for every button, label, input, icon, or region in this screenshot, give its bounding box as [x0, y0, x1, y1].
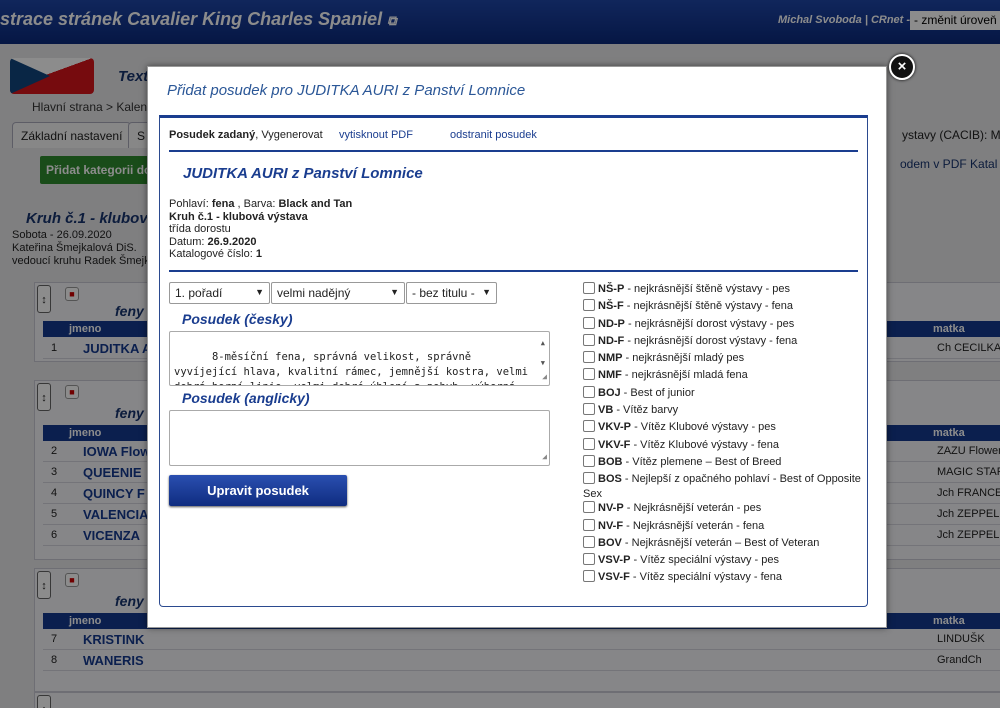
award-checkbox-row[interactable]: BOV - Nejkrásnější veterán – Best of Vet…: [583, 535, 863, 553]
award-checkbox[interactable]: [583, 333, 595, 346]
print-pdf-link[interactable]: vytisknout PDF: [339, 129, 413, 141]
award-checkbox[interactable]: [583, 299, 595, 312]
award-checkbox-row[interactable]: BOJ - Best of junior: [583, 385, 863, 403]
award-code: NMF: [598, 369, 622, 382]
resize-grip-icon: ◢: [542, 452, 547, 461]
award-description: - Nejkrásnější veterán – Best of Veteran: [621, 536, 820, 549]
award-checkbox[interactable]: [583, 385, 595, 398]
title-select[interactable]: - bez titulu - ▼: [406, 282, 497, 304]
award-checkbox[interactable]: [583, 403, 595, 416]
award-checkbox-row[interactable]: VSV-F - Vítěz speciální výstavy - fena: [583, 570, 863, 587]
divider: [169, 150, 858, 152]
status-rest: , Vygenerovat: [255, 129, 323, 141]
award-description: - nejkrásnější štěně výstavy - fena: [623, 300, 794, 313]
delete-judgement-link[interactable]: odstranit posudek: [450, 129, 537, 141]
scroll-up-icon: ▲: [540, 339, 545, 347]
award-checkbox[interactable]: [583, 316, 595, 329]
dog-name: JUDITKA AURI z Panství Lomnice: [183, 165, 423, 182]
award-code: BOS: [598, 473, 622, 486]
czech-judgement-textarea[interactable]: 8-měsíční fena, správná velikost, správn…: [169, 331, 550, 386]
award-checkbox-row[interactable]: NŠ-F - nejkrásnější štěně výstavy - fena: [583, 299, 863, 316]
award-description: - Nejkrásnější veterán - pes: [623, 502, 762, 515]
award-description: - nejkrásnější mladý pes: [622, 352, 745, 365]
award-code: ND-P: [598, 317, 625, 330]
placement-select[interactable]: 1. pořadí ▼: [169, 282, 270, 304]
award-checkbox[interactable]: [583, 553, 595, 566]
award-code: NŠ-F: [598, 300, 624, 313]
modal-title: Přidat posudek pro JUDITKA AURI z Panstv…: [167, 82, 526, 99]
award-code: NV-F: [598, 519, 624, 532]
judgement-modal: Přidat posudek pro JUDITKA AURI z Panstv…: [147, 66, 887, 628]
award-description: - nejkrásnější dorost výstavy - pes: [624, 317, 795, 330]
resize-grip-icon: ◢: [542, 372, 547, 381]
award-checkbox[interactable]: [583, 437, 595, 450]
award-checkbox-row[interactable]: NŠ-P - nejkrásnější štěně výstavy - pes: [583, 282, 863, 299]
award-description: - nejkrásnější dorost výstavy - fena: [624, 334, 798, 347]
award-code: VKV-P: [598, 421, 632, 434]
award-description: - Nejkrásnější veterán - fena: [623, 519, 765, 532]
award-description: - Nejlepší z opačného pohlaví - Best of …: [583, 473, 861, 501]
award-description: - nejkrásnější mladá fena: [621, 369, 748, 382]
update-judgement-button[interactable]: Upravit posudek: [169, 475, 347, 506]
award-description: - Vítěz barvy: [613, 404, 679, 417]
award-checkbox[interactable]: [583, 570, 595, 583]
award-checkbox[interactable]: [583, 368, 595, 381]
awards-list: NŠ-P - nejkrásnější štěně výstavy - pes N…: [583, 282, 863, 588]
award-checkbox-row[interactable]: NMP - nejkrásnější mladý pes: [583, 351, 863, 368]
award-checkbox[interactable]: [583, 420, 595, 433]
award-checkbox[interactable]: [583, 282, 595, 294]
award-description: - Vítěz plemene – Best of Breed: [622, 455, 782, 468]
label-english: Posudek (anglicky): [182, 390, 310, 406]
judgement-toolbar: Posudek zadaný, Vygenerovat vytisknout P…: [169, 129, 537, 141]
divider: [169, 270, 858, 272]
award-code: VSV-F: [598, 571, 630, 584]
award-checkbox-row[interactable]: BOB - Vítěz plemene – Best of Breed: [583, 454, 863, 472]
award-checkbox-row[interactable]: NV-P - Nejkrásnější veterán - pes: [583, 501, 863, 518]
award-checkbox[interactable]: [583, 472, 595, 485]
judgement-panel: Posudek zadaný, Vygenerovat vytisknout P…: [159, 115, 868, 607]
award-checkbox-row[interactable]: BOS - Nejlepší z opačného pohlaví - Best…: [583, 472, 863, 501]
award-code: BOJ: [598, 386, 621, 399]
chevron-down-icon: ▼: [482, 287, 491, 297]
award-checkbox-row[interactable]: VKV-F - Vítěz Klubové výstavy - fena: [583, 437, 863, 455]
award-checkbox-row[interactable]: ND-P - nejkrásnější dorost výstavy - pes: [583, 316, 863, 334]
award-checkbox-row[interactable]: NMF - nejkrásnější mladá fena: [583, 368, 863, 385]
chevron-down-icon: ▼: [390, 287, 399, 297]
award-code: NV-P: [598, 502, 624, 515]
award-code: ND-F: [598, 334, 625, 347]
status-label: Posudek zadaný: [169, 129, 256, 141]
english-judgement-textarea[interactable]: ◢: [169, 410, 550, 466]
award-description: - Vítěz Klubové výstavy - fena: [630, 438, 779, 451]
award-checkbox-row[interactable]: NV-F - Nejkrásnější veterán - fena: [583, 518, 863, 536]
award-description: - Vítěz Klubové výstavy - pes: [631, 421, 776, 434]
award-description: - Vítěz speciální výstavy - pes: [630, 554, 779, 567]
award-code: VB: [598, 404, 614, 417]
award-code: NMP: [598, 352, 623, 365]
award-checkbox[interactable]: [583, 454, 595, 467]
award-code: BOV: [598, 536, 622, 549]
grade-select[interactable]: velmi nadějný ▼: [271, 282, 405, 304]
close-icon[interactable]: ×: [889, 54, 915, 80]
award-checkbox-row[interactable]: VKV-P - Vítěz Klubové výstavy - pes: [583, 420, 863, 437]
award-description: - nejkrásnější štěně výstavy - pes: [624, 283, 790, 295]
chevron-down-icon: ▼: [255, 287, 264, 297]
award-code: NŠ-P: [598, 283, 625, 295]
award-checkbox[interactable]: [583, 518, 595, 531]
label-czech: Posudek (česky): [182, 311, 293, 327]
award-checkbox-row[interactable]: VSV-P - Vítěz speciální výstavy - pes: [583, 553, 863, 570]
award-description: - Best of junior: [620, 386, 695, 399]
award-checkbox-row[interactable]: VB - Vítěz barvy: [583, 403, 863, 420]
award-checkbox[interactable]: [583, 535, 595, 548]
award-description: - Vítěz speciální výstavy - fena: [629, 571, 783, 584]
award-code: VSV-P: [598, 554, 631, 567]
award-checkbox[interactable]: [583, 501, 595, 514]
award-checkbox-row[interactable]: ND-F - nejkrásnější dorost výstavy - fen…: [583, 333, 863, 351]
award-code: BOB: [598, 455, 623, 468]
award-code: VKV-F: [598, 438, 631, 451]
award-checkbox[interactable]: [583, 351, 595, 364]
dog-info: Pohlaví: fena , Barva: Black and Tan Kru…: [169, 198, 353, 260]
